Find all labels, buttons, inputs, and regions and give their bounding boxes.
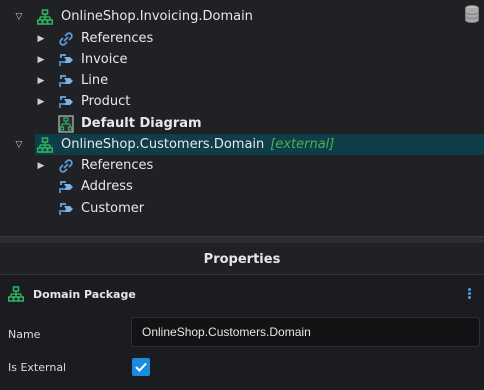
tree-item-customer[interactable]: Customer	[0, 198, 484, 219]
tree-item-default-diagram[interactable]: Default Diagram	[0, 113, 484, 134]
element-type-label: Domain Package	[33, 287, 136, 301]
tree-item-address[interactable]: Address	[0, 176, 484, 197]
properties-header: Properties	[0, 244, 484, 275]
package-icon	[36, 136, 54, 154]
name-field[interactable]	[131, 317, 480, 347]
tree-item-label: Line	[81, 73, 109, 88]
package-icon	[7, 285, 25, 303]
tree-item-label: References	[81, 158, 154, 173]
link-icon	[57, 157, 75, 175]
properties-title: Properties	[203, 251, 281, 267]
package-icon	[36, 8, 54, 26]
class-icon	[57, 51, 75, 69]
tree-item-label: Address	[81, 179, 133, 194]
properties-panel: Domain Package Name Is External	[0, 275, 484, 390]
chevron-right-icon[interactable]: ▶	[35, 160, 47, 172]
tree-item-line[interactable]: ▶ Line	[0, 70, 484, 91]
external-tag: [external]	[270, 137, 335, 152]
tree-item-label: Customer	[81, 201, 145, 216]
chevron-right-icon[interactable]: ▶	[35, 75, 47, 87]
class-icon	[57, 72, 75, 90]
more-options-icon[interactable]	[468, 288, 472, 300]
tree-item-product[interactable]: ▶ Product	[0, 91, 484, 112]
model-tree: ▽ OnlineShop.Invoicing.Domain ▶ Referenc…	[0, 0, 484, 236]
element-type-row: Domain Package	[0, 275, 484, 313]
is-external-checkbox[interactable]	[132, 358, 150, 376]
tree-item-references[interactable]: ▶ References	[0, 28, 484, 49]
tree-item-label: References	[81, 31, 154, 46]
tree-item-label: Invoice	[81, 52, 128, 67]
class-icon	[57, 93, 75, 111]
chevron-right-icon[interactable]: ▶	[35, 54, 47, 66]
tree-item-invoice[interactable]: ▶ Invoice	[0, 49, 484, 70]
tree-item-label: OnlineShop.Invoicing.Domain	[61, 9, 253, 24]
link-icon	[57, 30, 75, 48]
chevron-right-icon[interactable]: ▶	[35, 33, 47, 45]
chevron-down-icon[interactable]: ▽	[13, 11, 25, 23]
checkmark-icon	[135, 362, 147, 372]
tree-item-label: Default Diagram	[81, 116, 202, 131]
tree-item-invoicing-domain[interactable]: ▽ OnlineShop.Invoicing.Domain	[0, 6, 484, 27]
tree-item-references[interactable]: ▶ References	[0, 155, 484, 176]
tree-item-label: Product	[81, 94, 131, 109]
tree-item-label: OnlineShop.Customers.Domain	[61, 137, 265, 152]
chevron-down-icon[interactable]: ▽	[13, 139, 25, 151]
diagram-icon	[57, 114, 75, 133]
panel-splitter[interactable]	[0, 236, 484, 243]
tree-item-customers-domain[interactable]: ▽ OnlineShop.Customers.Domain [external]	[0, 134, 484, 155]
class-icon	[57, 178, 75, 196]
name-label: Name	[8, 328, 41, 341]
chevron-right-icon[interactable]: ▶	[35, 96, 47, 108]
is-external-label: Is External	[8, 361, 67, 374]
class-icon	[57, 200, 75, 218]
